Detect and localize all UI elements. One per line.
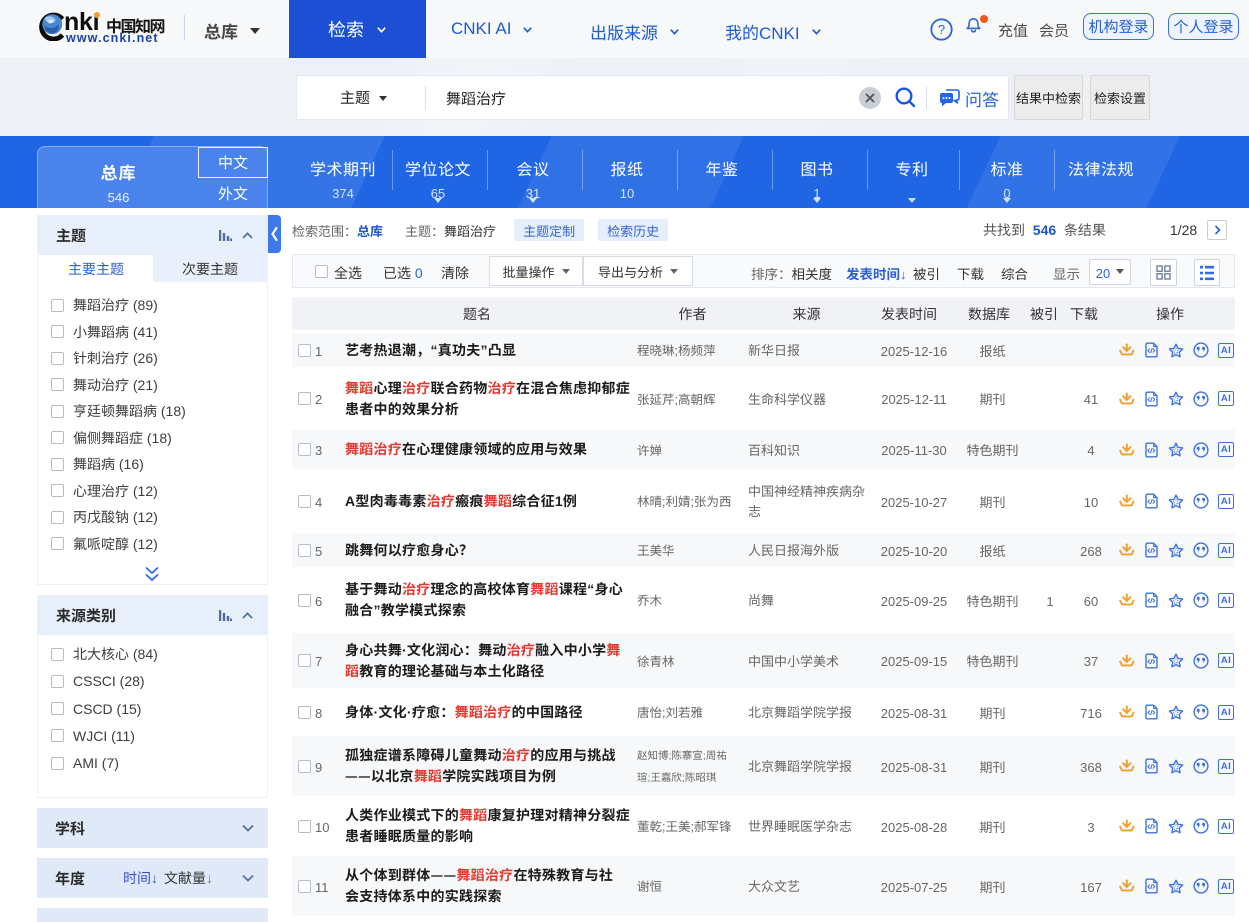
svg-text:?: ? (938, 22, 945, 37)
